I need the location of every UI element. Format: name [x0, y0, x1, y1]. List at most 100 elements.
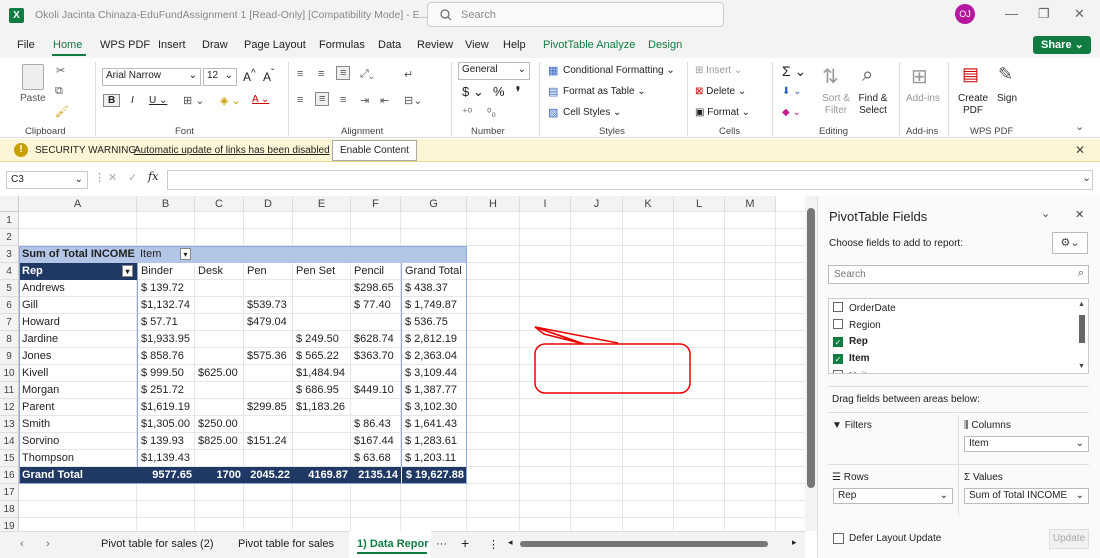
row-header-10[interactable]: 10 — [0, 365, 19, 382]
merge-icon[interactable]: ⊟⌄ — [404, 94, 422, 107]
pivot-value-cell[interactable]: $ 63.68 — [351, 450, 401, 467]
pivot-value-cell[interactable]: $ 565.22 — [293, 348, 351, 365]
addins-icon[interactable]: ⊞ — [911, 64, 928, 89]
pivot-value-cell[interactable]: $1,484.94 — [293, 365, 351, 382]
align-top-icon[interactable]: ≡ — [297, 68, 303, 80]
orientation-icon[interactable]: ⤢⌄ — [360, 68, 374, 81]
pivot-header-fill[interactable] — [293, 246, 351, 263]
pivot-value-cell[interactable] — [293, 433, 351, 450]
sheet-tab-data-report[interactable]: 1) Data Repor — [357, 538, 429, 550]
grand-total-value[interactable]: 2135.14 — [351, 467, 401, 484]
increase-font-icon[interactable]: A^ — [243, 68, 256, 84]
pivot-value-cell[interactable]: $363.70 — [351, 348, 401, 365]
vertical-scrollbar-thumb[interactable] — [807, 208, 815, 488]
pivot-value-cell[interactable]: $ 1,387.77 — [401, 382, 467, 399]
addins-button[interactable]: Add-ins — [906, 93, 940, 104]
format-as-table-button[interactable]: Format as Table ⌄ — [563, 86, 646, 97]
pivot-value-cell[interactable] — [244, 382, 293, 399]
percent-icon[interactable]: % — [493, 84, 505, 99]
filter-dropdown-icon[interactable]: ▾ — [180, 248, 191, 260]
pivot-value-cell[interactable]: $575.36 — [244, 348, 293, 365]
more-tabs-icon[interactable]: ··· — [436, 538, 447, 550]
pivot-row-label[interactable]: Morgan — [19, 382, 137, 399]
autosum-icon[interactable]: Σ ⌄ — [782, 63, 806, 80]
enable-content-button[interactable]: Enable Content — [332, 140, 417, 161]
menu-formulas[interactable]: Formulas — [319, 39, 365, 51]
pivot-value-cell[interactable]: $1,183.26 — [293, 399, 351, 416]
cell-styles-icon[interactable]: ▧ — [548, 106, 558, 119]
conditional-formatting-button[interactable]: Conditional Formatting ⌄ — [563, 65, 675, 76]
pivot-value-cell[interactable]: $298.65 — [351, 280, 401, 297]
scroll-right-icon[interactable]: ▸ — [792, 537, 797, 548]
row-header-17[interactable]: 17 — [0, 484, 19, 501]
pivot-value-cell[interactable] — [195, 348, 244, 365]
pivot-value-cell[interactable]: $479.04 — [244, 314, 293, 331]
conditional-formatting-icon[interactable]: ▦ — [548, 64, 558, 77]
pivot-row-label[interactable]: Gill — [19, 297, 137, 314]
values-field-item[interactable]: Sum of Total INCOME ⌄ — [964, 488, 1089, 504]
pivot-value-cell[interactable]: $ 86.43 — [351, 416, 401, 433]
pivot-value-cell[interactable]: $ 2,363.04 — [401, 348, 467, 365]
pivot-value-cell[interactable]: $1,933.95 — [137, 331, 195, 348]
pivot-value-cell[interactable]: $167.44 — [351, 433, 401, 450]
copy-icon[interactable]: ⧉ — [55, 85, 63, 98]
fill-icon[interactable]: ⬇ ⌄ — [782, 86, 802, 97]
pivot-value-cell[interactable] — [293, 416, 351, 433]
pivot-row-label[interactable]: Andrews — [19, 280, 137, 297]
pivot-value-cell[interactable]: $ 686.95 — [293, 382, 351, 399]
row-header-11[interactable]: 11 — [0, 382, 19, 399]
pivot-column-header[interactable]: Pen Set — [293, 263, 351, 280]
field-item-region[interactable]: Region — [833, 319, 881, 331]
field-checkbox[interactable] — [833, 302, 843, 312]
pivot-value-cell[interactable] — [195, 331, 244, 348]
menu-help[interactable]: Help — [503, 39, 526, 51]
row-header-7[interactable]: 7 — [0, 314, 19, 331]
row-header-12[interactable]: 12 — [0, 399, 19, 416]
pivot-value-cell[interactable] — [293, 297, 351, 314]
scroll-left-icon[interactable]: ◂ — [508, 537, 513, 548]
search-box[interactable]: Search — [427, 2, 724, 27]
paste-icon[interactable] — [22, 64, 44, 90]
pivot-value-cell[interactable]: $1,305.00 — [137, 416, 195, 433]
gear-icon[interactable]: ⚙⌄ — [1052, 232, 1088, 254]
column-header-b[interactable]: B — [137, 196, 195, 212]
select-all-corner[interactable] — [0, 196, 19, 212]
pivot-value-cell[interactable] — [195, 297, 244, 314]
pivot-column-header[interactable]: Pen — [244, 263, 293, 280]
column-header-k[interactable]: K — [623, 196, 674, 212]
column-header-c[interactable]: C — [195, 196, 244, 212]
column-header-f[interactable]: F — [351, 196, 401, 212]
pivot-header-fill[interactable] — [351, 246, 401, 263]
vertical-scrollbar[interactable] — [805, 196, 817, 531]
pivot-value-cell[interactable] — [244, 416, 293, 433]
field-checkbox[interactable]: ✓ — [833, 337, 843, 347]
pivot-value-cell[interactable]: $539.73 — [244, 297, 293, 314]
column-header-d[interactable]: D — [244, 196, 293, 212]
pivot-column-header[interactable]: Pencil — [351, 263, 401, 280]
pivot-value-cell[interactable]: $ 999.50 — [137, 365, 195, 382]
function-icon[interactable]: fx — [148, 170, 158, 183]
find-select-icon[interactable]: ⌕ — [862, 64, 873, 87]
pivot-value-cell[interactable]: $ 139.72 — [137, 280, 195, 297]
pivot-value-cell[interactable] — [195, 314, 244, 331]
pivot-value-cell[interactable]: $1,139.43 — [137, 450, 195, 467]
cut-icon[interactable]: ✂ — [56, 64, 65, 77]
row-header-4[interactable]: 4 — [0, 263, 19, 280]
more-icon[interactable]: ⋮ — [94, 171, 105, 184]
pivot-header-fill[interactable] — [401, 246, 467, 263]
column-header-i[interactable]: I — [520, 196, 571, 212]
pivot-value-cell[interactable] — [293, 280, 351, 297]
pivot-header-fill[interactable] — [244, 246, 293, 263]
grand-total-value[interactable]: 9577.65 — [137, 467, 195, 484]
pivot-column-header[interactable]: Binder — [137, 263, 195, 280]
row-header-6[interactable]: 6 — [0, 297, 19, 314]
close-icon[interactable]: ✕ — [1075, 208, 1084, 221]
pivot-column-header[interactable]: Desk — [195, 263, 244, 280]
align-right-icon[interactable]: ≡ — [340, 94, 346, 106]
more-icon[interactable]: ⋮ — [488, 538, 499, 551]
bold-button[interactable]: B — [103, 94, 121, 107]
warning-link[interactable]: Automatic update of links has been disab… — [134, 145, 330, 156]
pivot-row-label[interactable]: Kivell — [19, 365, 137, 382]
field-list-scrollbar[interactable]: ▲ ▼ — [1078, 301, 1086, 371]
column-header-m[interactable]: M — [725, 196, 776, 212]
